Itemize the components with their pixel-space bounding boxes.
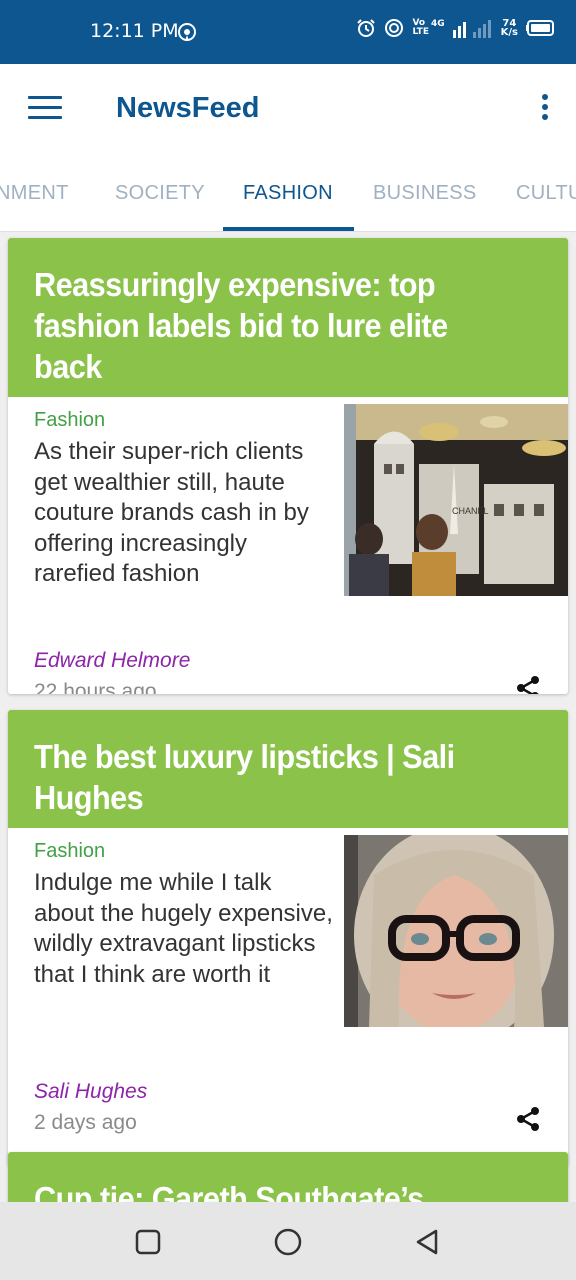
back-triangle-icon[interactable] [412,1226,444,1258]
news-feed[interactable]: Reassuringly expensive: top fashion labe… [0,232,576,1202]
article-card[interactable]: Cup tie: Gareth Southgate’s lucky [8,1152,568,1202]
article-card[interactable]: The best luxury lipsticks | Sali Hughes … [8,710,568,1166]
recents-square-icon[interactable] [132,1226,164,1258]
tab-culture[interactable]: CULTU [516,182,576,205]
shop-window-photo: CHANEL [344,404,568,596]
category-tabs: NMENT SOCIETY FASHION BUSINESS CULTU [0,156,576,232]
tab-indicator [223,227,354,231]
article-time: 22 hours ago [34,680,157,694]
hotspot-icon [385,19,404,37]
status-bar: 12:11 PM Vo LTE 4G 74 K/s [0,0,576,64]
article-header: Reassuringly expensive: top fashion labe… [8,238,568,397]
tab-fashion[interactable]: FASHION [243,182,333,205]
network-bottom-label: LTE [412,27,429,37]
status-time: 12:11 PM [90,20,179,42]
article-time: 2 days ago [34,1111,137,1134]
article-title: Cup tie: Gareth Southgate’s lucky [34,1180,424,1202]
signal-icon [452,20,491,38]
app-title: NewsFeed [116,92,260,124]
article-description: As their super-rich clients get wealthie… [34,438,309,587]
article-image [344,835,568,1027]
article-body: Fashion As their super-rich clients get … [8,397,568,694]
article-author[interactable]: Sali Hughes [34,1080,147,1104]
home-circle-icon[interactable] [272,1226,304,1258]
image-caption: CHANEL [452,506,489,516]
network-speed: 74 K/s [500,19,518,38]
tab-entertainment[interactable]: NMENT [0,182,69,205]
battery-icon [526,20,554,36]
article-card[interactable]: Reassuringly expensive: top fashion labe… [8,238,568,694]
article-body: Fashion Indulge me while I talk about th… [8,828,568,1164]
tab-society[interactable]: SOCIETY [115,182,205,205]
portrait-photo [344,835,568,1027]
article-header: Cup tie: Gareth Southgate’s lucky [8,1152,568,1202]
article-image: CHANEL [344,404,568,596]
speed-unit: K/s [500,27,518,38]
article-section: Fashion [34,840,106,862]
share-icon[interactable] [514,674,542,694]
status-icons: Vo LTE 4G 74 K/s [356,18,556,38]
share-icon[interactable] [514,1105,542,1133]
more-vert-icon[interactable] [540,94,550,124]
network-type: Vo LTE [412,19,429,37]
article-title: Reassuringly expensive: top fashion labe… [34,266,448,385]
system-nav-bar [0,1202,576,1280]
hamburger-menu-icon[interactable] [28,96,62,122]
article-section: Fashion [34,409,106,431]
alarm-icon [357,19,376,37]
tab-business[interactable]: BUSINESS [373,182,477,205]
hotspot-icon [178,23,196,41]
article-description: Indulge me while I talk about the hugely… [34,869,333,988]
article-title: The best luxury lipsticks | Sali Hughes [34,738,455,816]
article-header: The best luxury lipsticks | Sali Hughes [8,710,568,828]
network-gen-label: 4G [430,18,445,29]
app-bar: NewsFeed [0,64,576,156]
article-author[interactable]: Edward Helmore [34,649,190,673]
